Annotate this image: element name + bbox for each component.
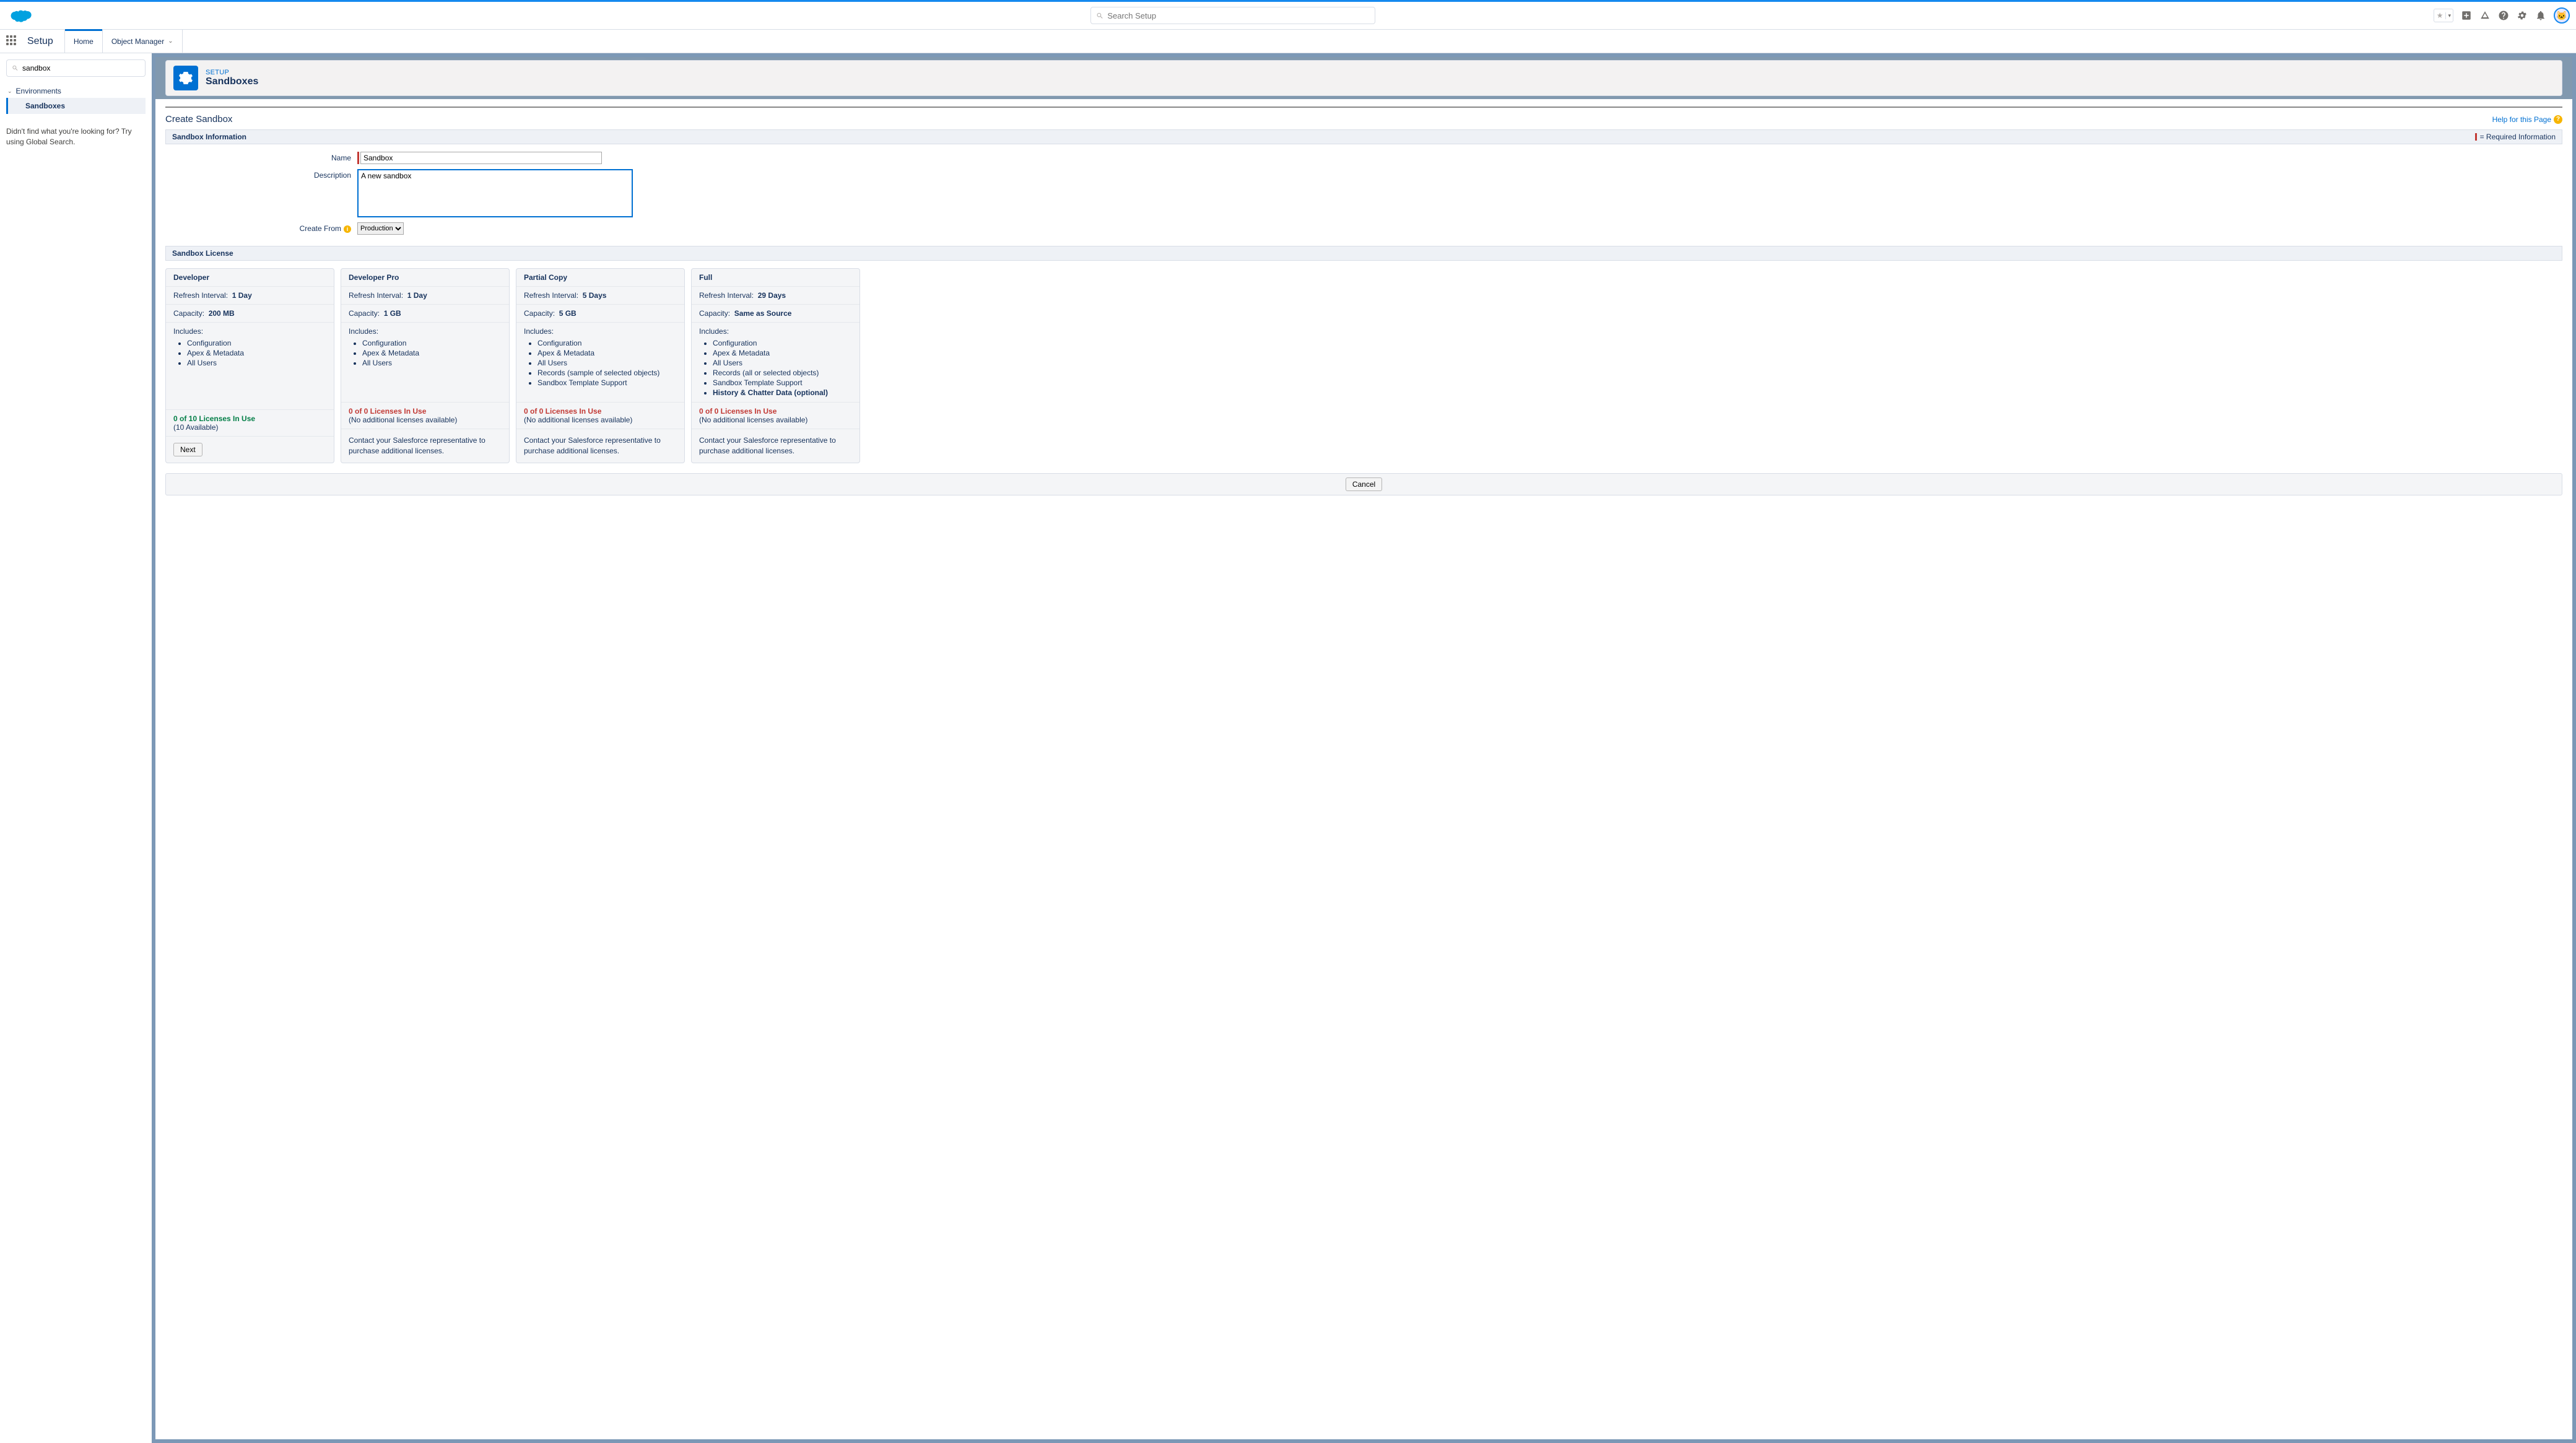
- license-include-item: Records (sample of selected objects): [537, 368, 677, 378]
- license-include-item: Configuration: [362, 338, 502, 348]
- license-include-item: History & Chatter Data (optional): [713, 388, 852, 398]
- help-icon: ?: [2554, 115, 2562, 124]
- license-usage: 0 of 0 Licenses In Use(No additional lic…: [692, 403, 859, 429]
- license-refresh: Refresh Interval: 1 Day: [341, 287, 509, 305]
- license-title: Developer: [166, 269, 334, 287]
- page-title: Sandboxes: [206, 76, 258, 87]
- description-input[interactable]: [357, 169, 633, 217]
- quick-find[interactable]: [6, 59, 146, 77]
- page-header: SETUP Sandboxes: [155, 57, 2572, 99]
- quick-find-input[interactable]: [22, 64, 140, 72]
- license-action: Contact your Salesforce representative t…: [692, 429, 859, 463]
- salesforce-logo[interactable]: [9, 8, 32, 24]
- context-nav: Setup Home Object Manager⌄: [0, 30, 2576, 53]
- license-usage: 0 of 0 Licenses In Use(No additional lic…: [341, 403, 509, 429]
- required-mark: [2475, 133, 2477, 141]
- global-search[interactable]: [1090, 7, 1375, 24]
- license-card: Partial CopyRefresh Interval: 5 DaysCapa…: [516, 268, 685, 463]
- license-usage: 0 of 10 Licenses In Use(10 Available): [166, 410, 334, 437]
- help-icon[interactable]: [2498, 10, 2509, 21]
- license-action: Contact your Salesforce representative t…: [516, 429, 684, 463]
- name-input[interactable]: [360, 152, 602, 164]
- license-include-item: Apex & Metadata: [187, 348, 326, 358]
- help-link[interactable]: Help for this Page ?: [2492, 115, 2562, 124]
- global-header: ★▾ 🐱: [0, 2, 2576, 30]
- star-icon: ★: [2434, 11, 2446, 20]
- sidebar-item-environments[interactable]: ⌄ Environments: [6, 84, 146, 98]
- license-action: Contact your Salesforce representative t…: [341, 429, 509, 463]
- license-title: Partial Copy: [516, 269, 684, 287]
- license-include-item: All Users: [187, 358, 326, 368]
- license-action: Next: [166, 437, 334, 463]
- license-include-item: Configuration: [187, 338, 326, 348]
- global-search-input[interactable]: [1107, 11, 1370, 20]
- license-includes: Includes:ConfigurationApex & MetadataAll…: [692, 323, 859, 403]
- license-capacity: Capacity: 5 GB: [516, 305, 684, 323]
- next-button[interactable]: Next: [173, 443, 202, 456]
- license-includes: Includes:ConfigurationApex & MetadataAll…: [341, 323, 509, 403]
- gear-sun-icon: [173, 66, 198, 90]
- setup-sidebar: ⌄ Environments Sandboxes Didn't find wha…: [0, 53, 152, 1443]
- cancel-button[interactable]: Cancel: [1346, 477, 1382, 491]
- license-title: Developer Pro: [341, 269, 509, 287]
- license-include-item: Apex & Metadata: [537, 348, 677, 358]
- license-includes: Includes:ConfigurationApex & MetadataAll…: [516, 323, 684, 403]
- app-launcher-icon[interactable]: [6, 35, 19, 48]
- trailhead-icon[interactable]: [2479, 10, 2491, 21]
- license-title: Full: [692, 269, 859, 287]
- label-name: Name: [165, 152, 357, 162]
- license-refresh: Refresh Interval: 29 Days: [692, 287, 859, 305]
- license-grid: DeveloperRefresh Interval: 1 DayCapacity…: [165, 261, 2562, 471]
- license-contact-text: Contact your Salesforce representative t…: [524, 436, 661, 455]
- sidebar-item-sandboxes[interactable]: Sandboxes: [6, 98, 146, 114]
- favorites-menu[interactable]: ★▾: [2434, 9, 2453, 22]
- license-include-item: All Users: [713, 358, 852, 368]
- user-avatar[interactable]: 🐱: [2554, 7, 2570, 24]
- license-include-item: Apex & Metadata: [713, 348, 852, 358]
- tab-object-manager[interactable]: Object Manager⌄: [103, 30, 183, 53]
- section-sandbox-info: Sandbox Information = Required Informati…: [165, 129, 2562, 144]
- license-include-item: Records (all or selected objects): [713, 368, 852, 378]
- license-include-item: All Users: [362, 358, 502, 368]
- required-mark: [357, 152, 359, 164]
- license-include-item: Configuration: [713, 338, 852, 348]
- add-icon[interactable]: [2461, 10, 2472, 21]
- search-icon: [1096, 12, 1103, 20]
- tab-home[interactable]: Home: [65, 30, 103, 53]
- info-icon[interactable]: i: [344, 225, 351, 233]
- license-refresh: Refresh Interval: 5 Days: [516, 287, 684, 305]
- section-sandbox-license: Sandbox License: [165, 246, 2562, 261]
- license-includes: Includes:ConfigurationApex & MetadataAll…: [166, 323, 334, 410]
- license-contact-text: Contact your Salesforce representative t…: [699, 436, 836, 455]
- license-include-item: Sandbox Template Support: [713, 378, 852, 388]
- sidebar-hint: Didn't find what you're looking for? Try…: [6, 126, 146, 147]
- gear-icon[interactable]: [2517, 10, 2528, 21]
- license-refresh: Refresh Interval: 1 Day: [166, 287, 334, 305]
- content-heading: Create Sandbox: [165, 114, 2492, 124]
- label-create-from: Create Fromi: [165, 222, 357, 233]
- license-usage: 0 of 0 Licenses In Use(No additional lic…: [516, 403, 684, 429]
- license-capacity: Capacity: Same as Source: [692, 305, 859, 323]
- license-capacity: Capacity: 1 GB: [341, 305, 509, 323]
- license-card: FullRefresh Interval: 29 DaysCapacity: S…: [691, 268, 860, 463]
- label-description: Description: [165, 169, 357, 180]
- license-include-item: Configuration: [537, 338, 677, 348]
- license-include-item: All Users: [537, 358, 677, 368]
- page-eyebrow: SETUP: [206, 69, 258, 76]
- search-icon: [12, 64, 19, 72]
- create-from-select[interactable]: Production: [357, 222, 404, 235]
- chevron-down-icon: ⌄: [168, 38, 173, 45]
- license-capacity: Capacity: 200 MB: [166, 305, 334, 323]
- license-include-item: Apex & Metadata: [362, 348, 502, 358]
- chevron-down-icon: ▾: [2445, 12, 2453, 19]
- header-utility: ★▾ 🐱: [2434, 7, 2570, 24]
- main-content: SETUP Sandboxes Create Sandbox Help for …: [152, 53, 2576, 1443]
- license-contact-text: Contact your Salesforce representative t…: [349, 436, 485, 455]
- license-card: DeveloperRefresh Interval: 1 DayCapacity…: [165, 268, 334, 463]
- license-card: Developer ProRefresh Interval: 1 DayCapa…: [341, 268, 510, 463]
- chevron-down-icon: ⌄: [7, 88, 12, 95]
- notification-bell-icon[interactable]: [2535, 10, 2546, 21]
- app-name: Setup: [27, 36, 53, 47]
- license-include-item: Sandbox Template Support: [537, 378, 677, 388]
